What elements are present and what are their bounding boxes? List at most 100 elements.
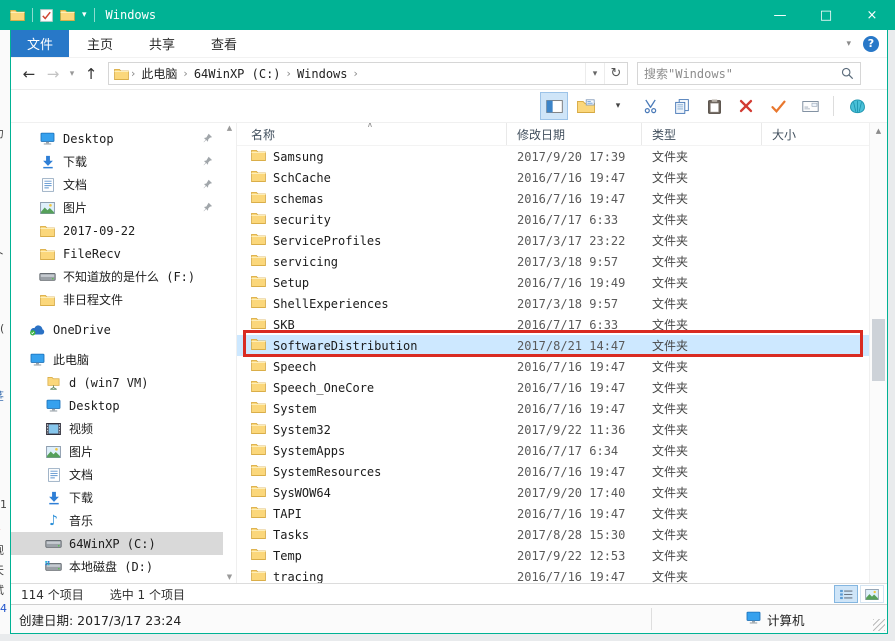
file-row[interactable]: SysWOW642017/9/20 17:40文件夹 (237, 482, 870, 503)
file-row[interactable]: SchCache2016/7/16 19:47文件夹 (237, 167, 870, 188)
column-header-size[interactable]: 大小 (762, 123, 870, 145)
column-header-row: ∧ 名称 修改日期 类型 大小 (237, 123, 870, 146)
resize-grip[interactable] (873, 619, 885, 631)
large-icons-view-button[interactable] (860, 585, 884, 603)
tab-file[interactable]: 文件 (11, 30, 69, 57)
file-row[interactable]: servicing2017/3/18 9:57文件夹 (237, 251, 870, 272)
sidebar-scrollbar[interactable]: ▲ ▼ (223, 123, 237, 583)
forward-button[interactable]: → (41, 62, 65, 86)
sidebar-item[interactable]: Desktop (11, 127, 223, 150)
file-type: 文件夹 (642, 148, 762, 165)
file-row[interactable]: ServiceProfiles2017/3/17 23:22文件夹 (237, 230, 870, 251)
cut-icon[interactable] (636, 92, 664, 120)
back-button[interactable]: ← (17, 62, 41, 86)
sidebar-item[interactable]: ♪音乐 (11, 509, 223, 532)
sidebar-item[interactable]: 文档 (11, 173, 223, 196)
sidebar-item[interactable]: 本地磁盘 (D:) (11, 555, 223, 578)
tab-share[interactable]: 共享 (131, 30, 193, 57)
quickaccess-dropdown-icon[interactable]: ▾ (82, 11, 87, 20)
file-row[interactable]: Temp2017/9/22 12:53文件夹 (237, 545, 870, 566)
file-row[interactable]: ShellExperiences2017/3/18 9:57文件夹 (237, 293, 870, 314)
dropdown-caret-icon[interactable]: ▾ (604, 92, 632, 120)
recent-locations-icon[interactable]: ▾ (65, 62, 79, 86)
help-icon[interactable]: ? (863, 36, 879, 52)
file-date: 2016/7/16 19:47 (507, 192, 642, 206)
properties-icon[interactable] (40, 9, 53, 22)
sidebar-item[interactable]: FileRecv (11, 242, 223, 265)
breadcrumb-segment[interactable]: Windows (293, 67, 352, 81)
folder-icon (251, 275, 266, 290)
sidebar-item[interactable]: 图片 (11, 196, 223, 219)
file-row[interactable]: schemas2016/7/16 19:47文件夹 (237, 188, 870, 209)
breadcrumb-separator-icon[interactable]: › (352, 67, 360, 80)
new-folder-quick-icon[interactable] (60, 9, 75, 21)
column-header-date[interactable]: 修改日期 (507, 123, 642, 145)
up-button[interactable]: ↑ (79, 62, 103, 86)
file-row[interactable]: System322017/9/22 11:36文件夹 (237, 419, 870, 440)
details-view-button[interactable] (834, 585, 858, 603)
sidebar-item[interactable]: 视频 (11, 417, 223, 440)
shell-extension-icon[interactable] (843, 92, 871, 120)
breadcrumb-segment[interactable]: 64WinXP (C:) (190, 67, 285, 81)
refresh-icon[interactable]: ↻ (604, 63, 627, 84)
view-toggle-buttons (834, 584, 884, 604)
sidebar-item[interactable]: 下载 (11, 486, 223, 509)
mail-icon[interactable] (796, 92, 824, 120)
tab-home[interactable]: 主页 (69, 30, 131, 57)
list-scrollbar-thumb[interactable] (872, 319, 885, 381)
sidebar-item[interactable]: 不知道放的是什么 (F:) (11, 265, 223, 288)
sidebar-item-label: Desktop (69, 399, 120, 413)
sidebar-item[interactable]: 图片 (11, 440, 223, 463)
maximize-button[interactable]: □ (803, 0, 849, 30)
sidebar-item[interactable]: 64WinXP (C:) (11, 532, 223, 555)
list-scroll-up-icon[interactable]: ▲ (870, 123, 887, 138)
sidebar-scroll-down-icon[interactable]: ▼ (227, 574, 232, 581)
column-header-type[interactable]: 类型 (642, 123, 762, 145)
sidebar-item[interactable]: 文档 (11, 463, 223, 486)
sidebar-item[interactable]: 此电脑 (11, 348, 223, 371)
background-text-fragment: 01 (0, 498, 7, 511)
file-row[interactable]: System2016/7/16 19:47文件夹 (237, 398, 870, 419)
file-row[interactable]: tracing2016/7/16 19:47文件夹 (237, 566, 870, 583)
sidebar-item[interactable]: d (win7 VM) (11, 371, 223, 394)
copy-icon[interactable] (668, 92, 696, 120)
file-row[interactable]: SystemApps2016/7/17 6:34文件夹 (237, 440, 870, 461)
sidebar-item[interactable]: OneDrive (11, 318, 223, 341)
file-row[interactable]: TAPI2016/7/16 19:47文件夹 (237, 503, 870, 524)
breadcrumb-separator-icon[interactable]: › (129, 67, 137, 80)
file-row[interactable]: Speech_OneCore2016/7/16 19:47文件夹 (237, 377, 870, 398)
file-row[interactable]: Speech2016/7/16 19:47文件夹 (237, 356, 870, 377)
confirm-icon[interactable] (764, 92, 792, 120)
new-folder-icon[interactable] (572, 92, 600, 120)
close-button[interactable]: × (849, 0, 895, 30)
sidebar-item[interactable]: Desktop (11, 394, 223, 417)
file-row[interactable]: security2016/7/17 6:33文件夹 (237, 209, 870, 230)
search-icon[interactable] (841, 67, 860, 80)
file-row[interactable]: SystemResources2016/7/16 19:47文件夹 (237, 461, 870, 482)
breadcrumb-separator-icon[interactable]: › (285, 67, 293, 80)
navigation-pane-toggle-icon[interactable] (540, 92, 568, 120)
breadcrumb-segment[interactable]: 此电脑 (137, 65, 181, 82)
address-box[interactable]: ›此电脑›64WinXP (C:)›Windows› ▾ ↻ (108, 62, 628, 85)
ribbon-collapse-icon[interactable]: ▾ (846, 39, 851, 49)
sidebar-item[interactable]: 下载 (11, 150, 223, 173)
background-text-fragment: R (0, 520, 1, 533)
breadcrumb-separator-icon[interactable]: › (181, 67, 189, 80)
paste-icon[interactable] (700, 92, 728, 120)
search-input[interactable] (638, 67, 841, 81)
sidebar-item[interactable]: 非日程文件 (11, 288, 223, 311)
file-row[interactable]: Setup2016/7/16 19:49文件夹 (237, 272, 870, 293)
list-scrollbar[interactable]: ▲ (869, 123, 887, 583)
tab-view[interactable]: 查看 (193, 30, 255, 57)
minimize-button[interactable]: — (757, 0, 803, 30)
sidebar-item[interactable]: 2017-09-22 (11, 219, 223, 242)
drive-os-icon (45, 561, 62, 572)
file-row[interactable]: Samsung2017/9/20 17:39文件夹 (237, 146, 870, 167)
folder-icon (251, 485, 266, 500)
file-row[interactable]: Tasks2017/8/28 15:30文件夹 (237, 524, 870, 545)
file-type: 文件夹 (642, 211, 762, 228)
file-name: SystemApps (273, 444, 345, 458)
delete-icon[interactable] (732, 92, 760, 120)
address-dropdown-icon[interactable]: ▾ (585, 63, 604, 84)
sidebar-scroll-up-icon[interactable]: ▲ (227, 125, 232, 132)
